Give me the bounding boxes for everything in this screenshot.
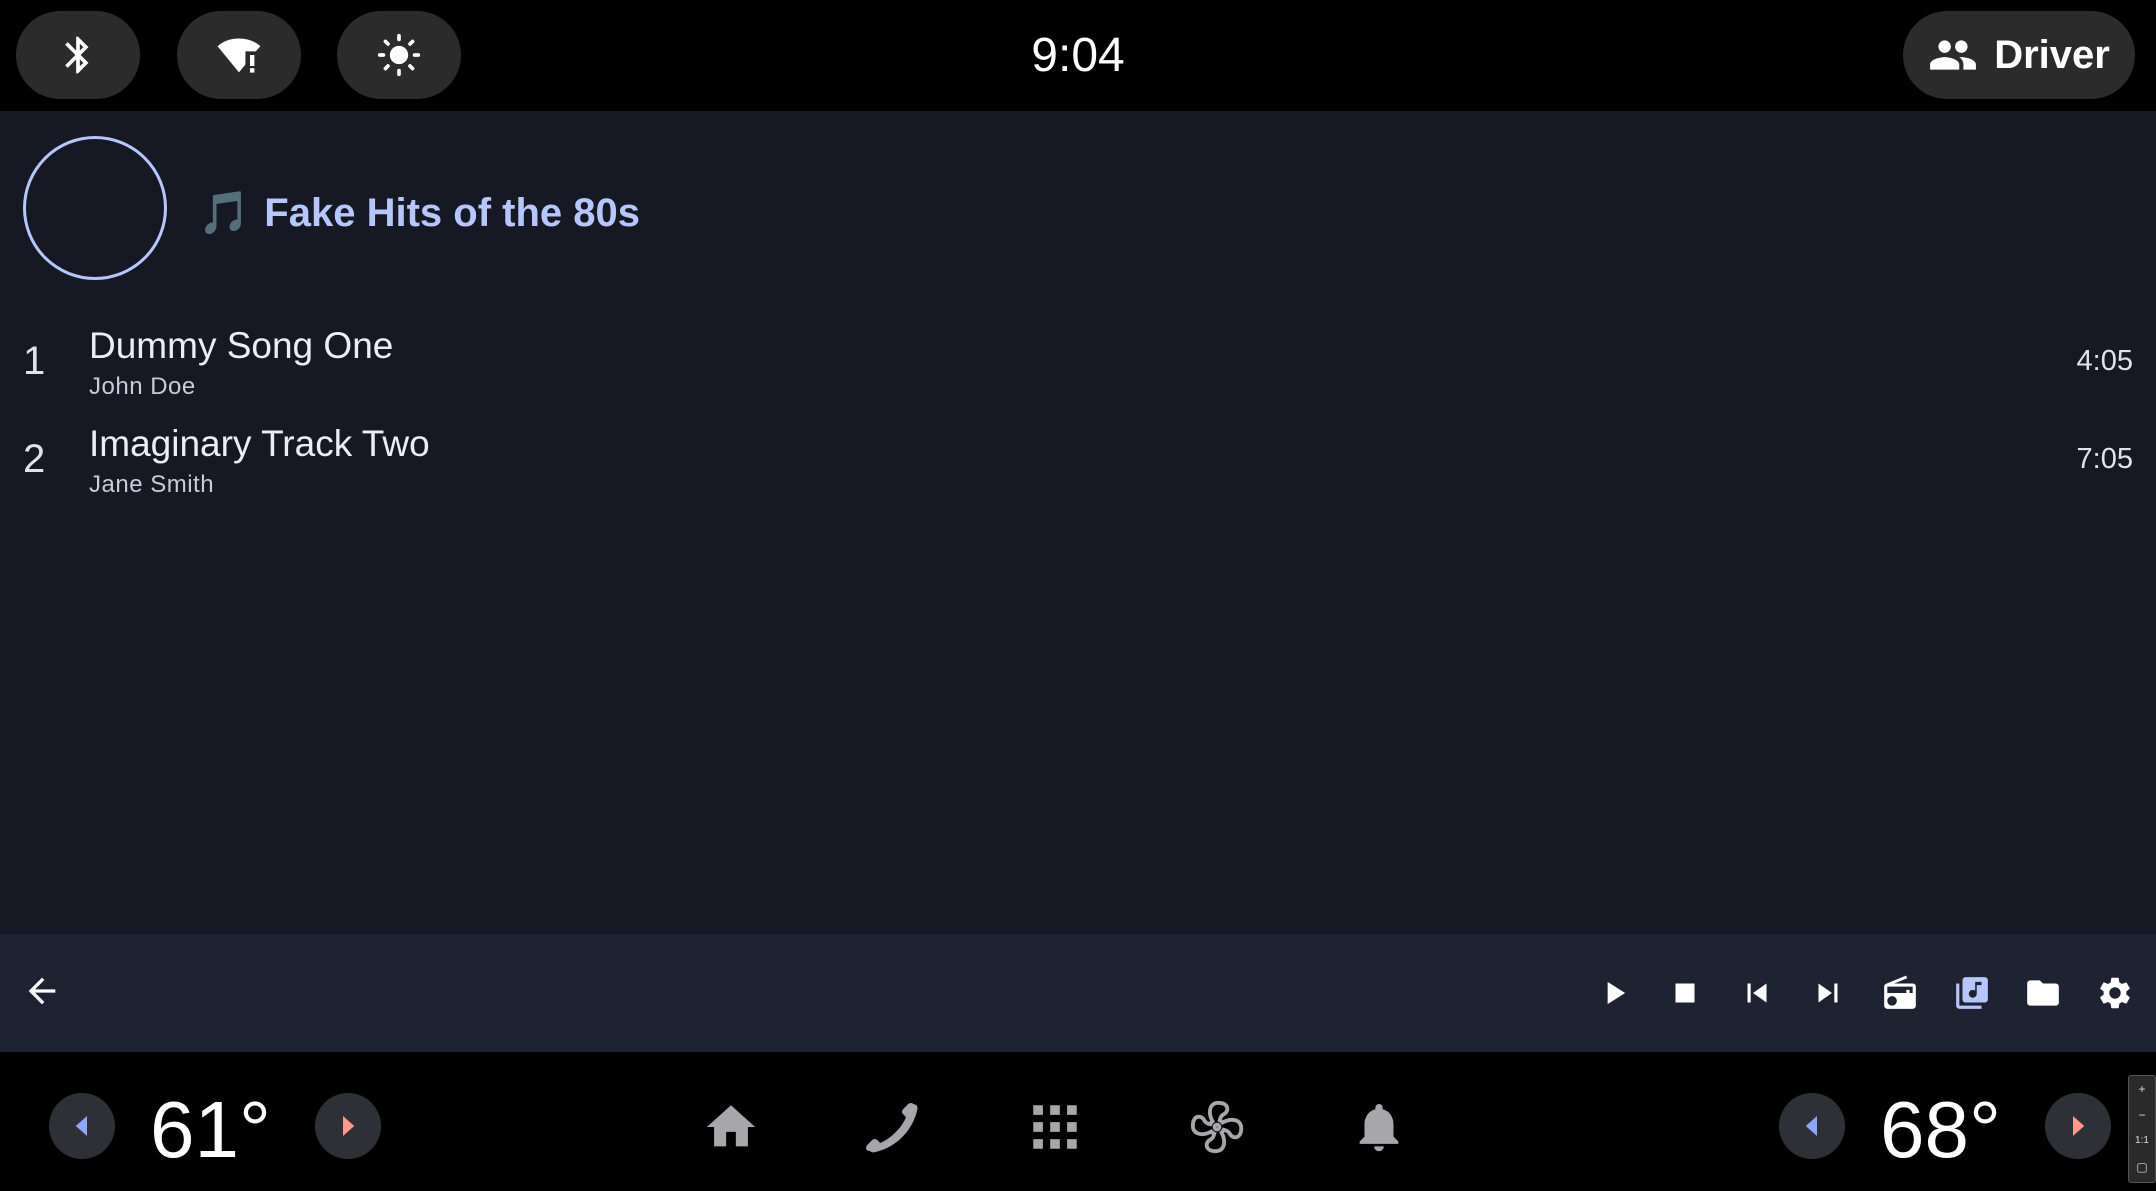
chevron-right-icon <box>2063 1111 2093 1141</box>
right-temp-increase-button[interactable] <box>2045 1093 2111 1159</box>
playlist-header: 🎵 Fake Hits of the 80s <box>198 183 640 243</box>
radio-icon <box>1881 974 1919 1012</box>
emulator-zoom-controls: + − 1:1 ▢ <box>2128 1075 2156 1183</box>
library-music-icon <box>1953 974 1991 1012</box>
profile-label: Driver <box>1994 32 2110 77</box>
bluetooth-button[interactable] <box>16 11 140 99</box>
status-bar: 9:04 Driver <box>0 0 2156 111</box>
stop-button[interactable] <box>1663 971 1707 1015</box>
clock: 9:04 <box>1031 29 1125 82</box>
brightness-icon <box>377 33 421 77</box>
track-title: Dummy Song One <box>89 325 394 366</box>
skip-next-icon <box>1809 974 1847 1012</box>
zoom-reset-button[interactable]: 1:1 <box>2129 1128 2155 1154</box>
radio-button[interactable] <box>1878 971 1922 1015</box>
screenshot-icon[interactable]: ▢ <box>2129 1154 2155 1180</box>
chevron-right-icon <box>333 1111 363 1141</box>
folder-icon <box>2024 974 2062 1012</box>
chevron-left-icon <box>1797 1111 1827 1141</box>
play-icon <box>1595 974 1633 1012</box>
album-art <box>23 136 167 280</box>
system-nav-bar: 61° 68° <box>0 1052 2156 1191</box>
settings-icon <box>2096 974 2134 1012</box>
profile-button[interactable]: Driver <box>1903 11 2135 99</box>
music-note-icon: 🎵 <box>198 188 251 236</box>
playlist-title: Fake Hits of the 80s <box>264 190 640 235</box>
settings-button[interactable] <box>2093 971 2137 1015</box>
track-number: 1 <box>23 339 46 383</box>
back-button[interactable] <box>22 971 66 1015</box>
play-button[interactable] <box>1592 971 1636 1015</box>
media-browser: 🎵 Fake Hits of the 80s 1 Dummy Song One … <box>0 111 2156 934</box>
right-temperature[interactable]: 68° <box>1880 1084 2001 1176</box>
track-number: 2 <box>23 437 46 481</box>
track-artist: Jane Smith <box>89 471 215 498</box>
folder-button[interactable] <box>2021 971 2065 1015</box>
zoom-out-button[interactable]: − <box>2129 1102 2155 1128</box>
chevron-left-icon <box>67 1111 97 1141</box>
left-temp-increase-button[interactable] <box>315 1093 381 1159</box>
zoom-in-button[interactable]: + <box>2129 1076 2155 1102</box>
apps-grid-icon <box>1026 1098 1084 1156</box>
track-row[interactable]: 1 Dummy Song One John Doe 4:05 <box>0 321 2156 411</box>
arrow-back-icon <box>22 971 66 1011</box>
left-temp-decrease-button[interactable] <box>49 1093 115 1159</box>
hvac-button[interactable] <box>1188 1098 1246 1156</box>
brightness-button[interactable] <box>337 11 461 99</box>
right-temp-decrease-button[interactable] <box>1779 1093 1845 1159</box>
track-row[interactable]: 2 Imaginary Track Two Jane Smith 7:05 <box>0 419 2156 509</box>
wifi-alert-icon <box>217 33 261 77</box>
library-button[interactable] <box>1950 971 1994 1015</box>
phone-icon <box>864 1098 922 1156</box>
home-button[interactable] <box>702 1098 760 1156</box>
people-icon <box>1928 30 1978 80</box>
fan-icon <box>1188 1098 1246 1156</box>
skip-next-button[interactable] <box>1806 971 1850 1015</box>
bluetooth-icon <box>56 33 100 77</box>
track-title: Imaginary Track Two <box>89 423 430 464</box>
wifi-button[interactable] <box>177 11 301 99</box>
track-duration: 4:05 <box>2076 345 2133 377</box>
skip-previous-button[interactable] <box>1735 971 1779 1015</box>
notifications-button[interactable] <box>1350 1098 1408 1156</box>
media-control-bar <box>0 934 2156 1052</box>
stop-icon <box>1666 974 1704 1012</box>
app-launcher-button[interactable] <box>1026 1098 1084 1156</box>
phone-button[interactable] <box>864 1098 922 1156</box>
home-icon <box>702 1098 760 1156</box>
track-duration: 7:05 <box>2076 443 2133 475</box>
track-artist: John Doe <box>89 373 196 400</box>
notifications-icon <box>1350 1098 1408 1156</box>
left-temperature[interactable]: 61° <box>150 1084 271 1176</box>
skip-previous-icon <box>1738 974 1776 1012</box>
